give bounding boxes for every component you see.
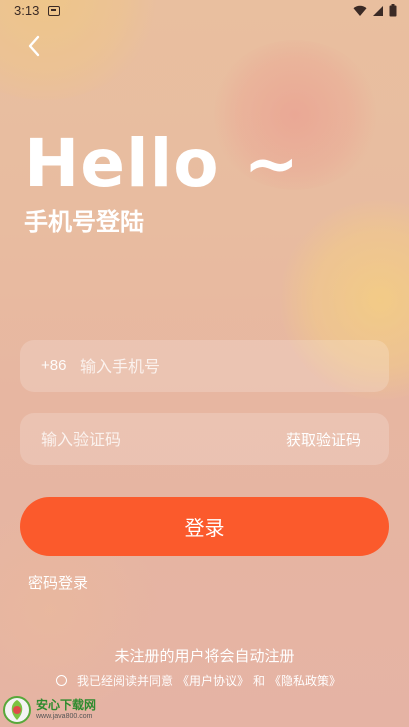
auto-register-notice: 未注册的用户将会自动注册	[114, 647, 295, 665]
login-screen: 3:13 Hello ~ 手机号登陆 +86 获取验证码 登录 密码登录	[0, 0, 409, 727]
agreement-radio[interactable]	[56, 675, 67, 686]
watermark-logo-icon	[3, 695, 31, 724]
status-time: 3:13	[14, 3, 40, 18]
country-code[interactable]: +86	[41, 357, 66, 374]
battery-icon	[389, 4, 397, 17]
back-arrow-icon[interactable]	[20, 32, 48, 60]
login-button[interactable]: 登录	[20, 497, 389, 556]
signal-icon	[373, 5, 383, 16]
page-subtitle: 手机号登陆	[24, 208, 144, 236]
user-agreement-link[interactable]: 《用户协议》	[177, 672, 249, 689]
phone-field[interactable]: +86	[20, 340, 389, 392]
phone-input[interactable]	[80, 340, 370, 392]
watermark-url: www.java800.com	[36, 713, 93, 720]
agreement-prefix: 我已经阅读并同意	[77, 674, 174, 688]
agreement-row: 我已经阅读并同意 《用户协议》 和 《隐私政策》	[56, 672, 341, 689]
verification-code-input[interactable]	[41, 413, 271, 465]
status-bar: 3:13	[0, 0, 409, 24]
status-icons	[353, 4, 397, 17]
agreement-conjunction: 和	[253, 674, 266, 688]
get-code-button[interactable]: 获取验证码	[286, 429, 361, 450]
privacy-policy-link[interactable]: 《隐私政策》	[269, 672, 341, 689]
wifi-icon	[353, 5, 367, 16]
notification-icon	[48, 6, 60, 16]
watermark-title: 安心下载网	[36, 698, 97, 712]
greeting-title: Hello ~	[24, 125, 300, 202]
site-watermark: 安心下载网 www.java800.com	[0, 692, 110, 727]
verification-code-field[interactable]: 获取验证码	[20, 413, 389, 465]
password-login-link[interactable]: 密码登录	[28, 572, 88, 593]
